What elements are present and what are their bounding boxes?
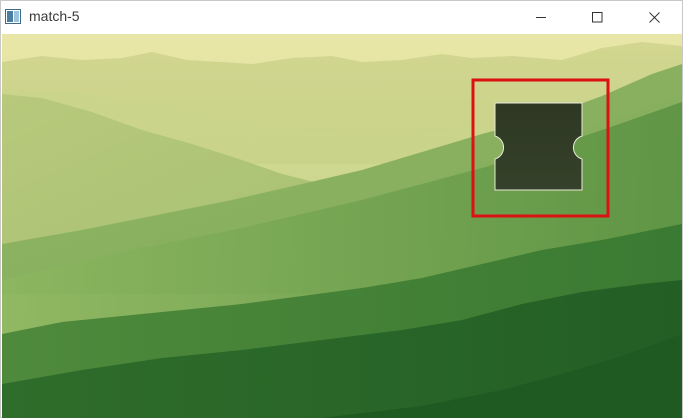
app-window-icon (5, 9, 21, 24)
mountain-landscape-image (2, 34, 682, 418)
minimize-icon (535, 12, 547, 23)
title-bar[interactable]: match-5 (1, 1, 682, 33)
minimize-button[interactable] (518, 1, 564, 33)
puzzle-piece-shape (494, 102, 583, 191)
image-canvas (2, 34, 682, 418)
maximize-button[interactable] (574, 1, 620, 33)
maximize-icon (591, 11, 603, 23)
close-icon (648, 11, 660, 23)
window-title: match-5 (29, 8, 80, 24)
window: match-5 (0, 0, 683, 418)
close-button[interactable] (631, 1, 677, 33)
